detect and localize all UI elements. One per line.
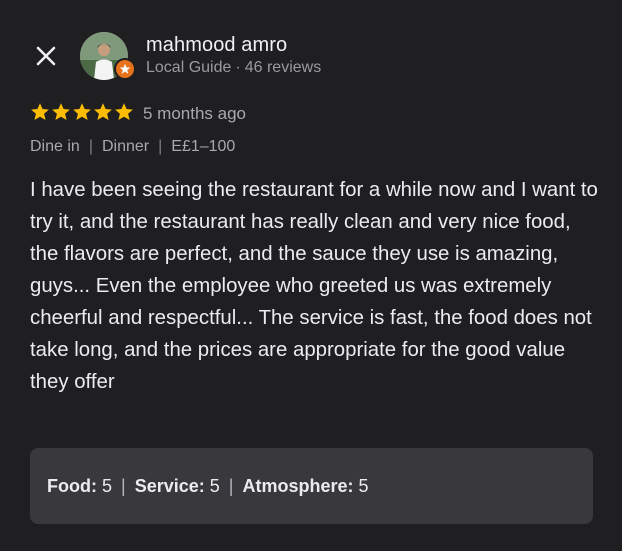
local-guide-icon [119,63,131,74]
rating-service-value: 5 [209,475,220,496]
star-icon [115,103,133,120]
close-icon[interactable] [35,45,57,67]
reviewer-review-count: 46 reviews [244,59,322,76]
tag-meal-type: Dinner [101,138,150,155]
local-guide-badge [114,58,136,80]
meta-separator: · [235,59,241,76]
tag-divider: | [88,138,93,155]
star-rating [30,102,134,122]
tag-divider: | [158,138,163,155]
rating-food-label: Food: [47,475,97,496]
star-icon [73,103,91,120]
tag-service-type: Dine in [30,138,80,155]
star-icon [52,103,70,120]
rating-food-value: 5 [102,475,113,496]
reviewer-meta: Local Guide · 46 reviews [146,59,321,77]
rating-divider: | [228,475,234,496]
star-icon [31,103,49,120]
ratings-summary: Food: 5 | Service: 5 | Atmosphere: 5 [30,448,593,524]
rating-atmosphere-value: 5 [358,475,369,496]
rating-atmosphere-label: Atmosphere: [242,475,354,496]
review-tags: Dine in | Dinner | E£1–100 [30,138,235,156]
review-detail: mahmood amro Local Guide · 46 reviews 5 mo… [0,0,622,551]
reviewer-name[interactable]: mahmood amro [146,34,287,57]
reviewer-badge-label: Local Guide [146,59,232,76]
review-text: I have been seeing the restaurant for a … [30,179,598,393]
rating-service-label: Service: [134,475,205,496]
close-button[interactable] [28,38,64,74]
star-icon [94,103,112,120]
tag-price-range: E£1–100 [171,138,236,155]
rating-divider: | [121,475,126,496]
review-date: 5 months ago [143,104,247,123]
